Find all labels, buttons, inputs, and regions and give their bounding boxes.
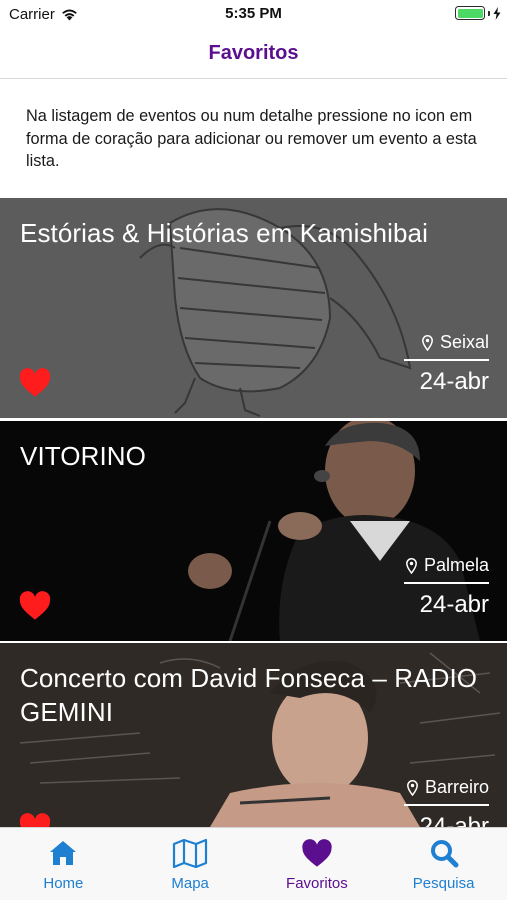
divider [404,804,489,806]
tab-favorites[interactable]: Favoritos [254,828,381,900]
intro-text: Na listagem de eventos ou num detalhe pr… [26,107,477,170]
heart-icon [301,837,333,869]
charging-bolt-icon [493,6,501,20]
battery-icon [455,6,485,20]
tab-search[interactable]: Pesquisa [380,828,507,900]
tab-label: Pesquisa [412,875,475,892]
event-title: Estórias & Histórias em Kamishibai [20,218,428,248]
event-date: 24-abr [419,591,489,618]
favorite-heart-icon[interactable] [18,368,52,398]
tab-map[interactable]: Mapa [127,828,254,900]
favorite-heart-icon[interactable] [18,813,52,827]
event-location-label: Seixal [439,332,489,352]
divider [404,359,489,361]
tab-home[interactable]: Home [0,828,127,900]
map-icon [172,837,208,869]
tab-label: Home [43,875,84,892]
tab-bar: Home Mapa Favoritos Pesquisa [0,827,507,900]
battery-tip [488,10,490,16]
tab-label: Favoritos [286,875,348,892]
event-location: Seixal [422,332,489,353]
event-card[interactable]: VITORINO Palmela 24-abr [0,421,507,641]
event-location: Barreiro [407,777,489,798]
event-card[interactable]: Estórias & Histórias em Kamishibai Seixa… [0,198,507,418]
intro-section: Na listagem de eventos ou num detalhe pr… [0,79,507,198]
event-title: Concerto com David Fonseca – RADIO GEMIN… [20,663,478,727]
battery-fill [457,8,483,18]
location-pin-icon [422,334,433,351]
location-pin-icon [406,557,417,574]
status-right [455,6,501,20]
event-date: 24-abr [419,368,489,395]
home-icon [48,837,78,869]
divider [404,582,489,584]
event-location: Palmela [406,555,489,576]
nav-header: Favoritos [0,28,507,79]
status-time: 5:35 PM [225,5,282,22]
tab-label: Mapa [171,875,209,892]
search-icon [429,837,459,869]
event-location-label: Barreiro [424,777,489,797]
page-title: Favoritos [208,42,299,64]
status-bar: Carrier 5:35 PM [0,0,507,28]
location-pin-icon [407,779,418,796]
favorite-heart-icon[interactable] [18,591,52,621]
event-card[interactable]: Concerto com David Fonseca – RADIO GEMIN… [0,643,507,827]
event-date: 24-abr [419,813,489,827]
event-location-label: Palmela [423,555,489,575]
event-title: VITORINO [20,441,147,471]
